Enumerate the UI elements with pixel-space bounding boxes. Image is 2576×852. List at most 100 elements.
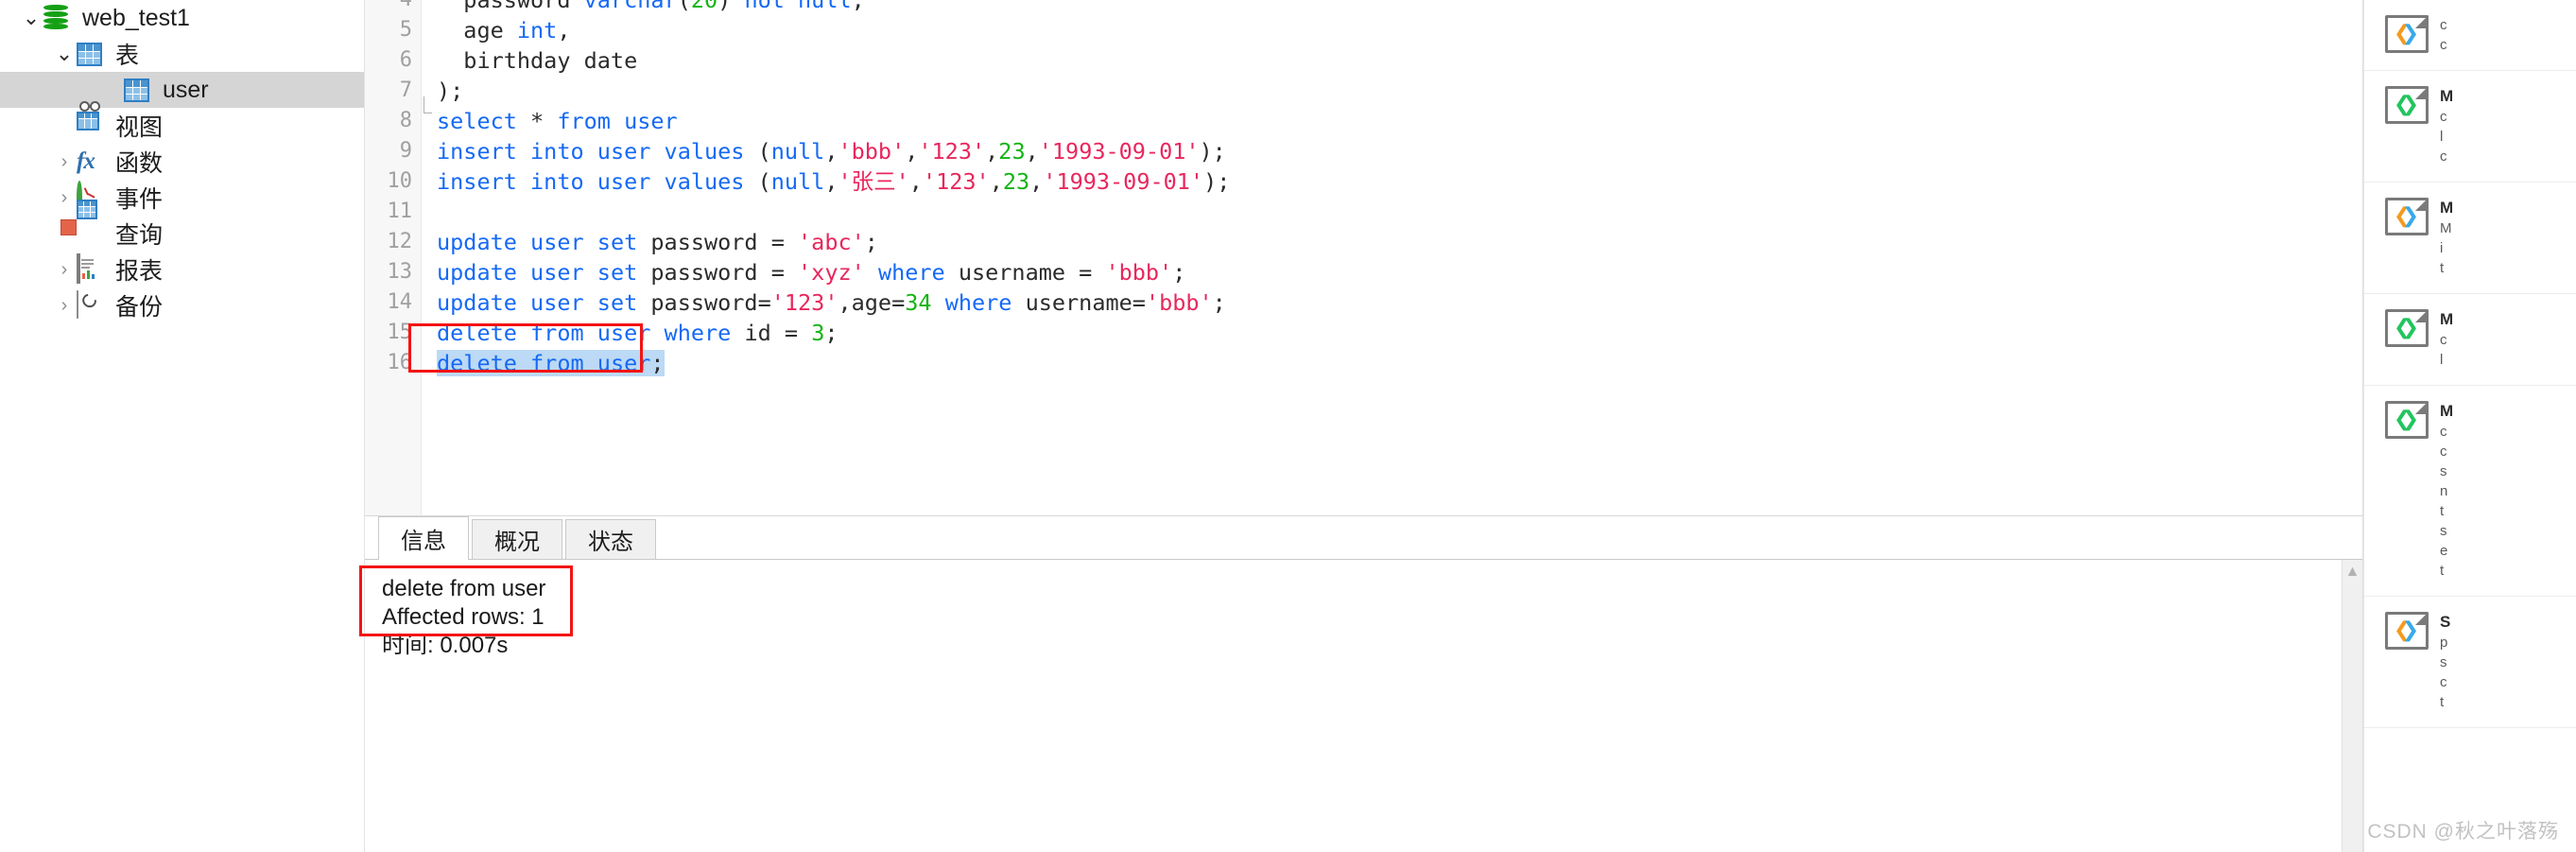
code-token: where [664,320,732,346]
code-token: null [770,168,825,195]
table-folder-icon [77,43,102,66]
tree-item-node-4[interactable]: › fx 函数 [0,144,364,180]
message-line: 时间: 0.007s [382,633,509,658]
code-line[interactable]: password varchar(20) not null, [437,0,2362,15]
line-number: 15 [387,321,413,344]
tree-item-label: 函数 [115,150,164,177]
code-token: insert into [437,138,584,165]
code-token: ( [744,138,771,165]
recommendation-text: Spsct [2440,612,2450,712]
tree-item-label: 报表 [115,258,164,285]
code-token: insert into [437,168,584,195]
recommendation-item[interactable]: ❮ ❯ M Mi t [2364,183,2576,294]
recommendation-title: M [2440,402,2454,420]
backup-icon [77,290,109,320]
code-line[interactable]: ); [437,76,2362,106]
recommendation-text: Mcl [2440,309,2453,370]
code-line[interactable]: delete from user where id = 3; [437,318,2362,348]
tab-status[interactable]: 状态 [565,519,656,559]
chevron-right-icon[interactable]: › [52,260,77,279]
chevron-right-icon[interactable]: › [52,188,77,207]
code-token: ; [1172,259,1186,286]
chevron-up-icon[interactable]: ▲ [2345,565,2360,580]
code-token: '1993-09-01' [1038,138,1200,165]
chevron-right-icon[interactable]: › [52,152,77,171]
recommendation-item[interactable]: ❮ ❯ Sp s c t [2364,597,2576,728]
tree-item-label: 表 [115,43,140,69]
tree-item-node-1[interactable]: ⌄ 表 [0,36,364,72]
function-icon: fx [77,148,109,176]
line-number: 12 [387,230,413,253]
chevron-down-icon[interactable]: ⌄ [19,8,43,28]
code-token: ; [864,229,878,255]
code-token: password = [637,259,799,286]
code-line[interactable]: update user set password = 'abc'; [437,227,2362,257]
recommendation-desc: c [2440,148,2447,165]
chevron-down-icon[interactable]: ⌄ [52,43,77,64]
code-token: , [557,17,571,43]
tree-item-node-6[interactable]: 查询 [0,200,364,252]
line-number: 14 [387,290,413,314]
message-scrollbar[interactable]: ▲ [2342,560,2362,852]
code-token: ); [1199,138,1226,165]
object-tree: ⌄ web_test1 ⌄ 表 user 视图 › fx 函数 › 事件 查询 › 报表 › 备份 [0,0,364,323]
tree-item-node-2[interactable]: user [0,72,364,108]
code-line[interactable]: delete from user; [437,348,2362,378]
code-token: password = [637,229,799,255]
code-token: 23 [1002,168,1030,195]
code-token: user [624,108,678,134]
code-token: set [596,289,638,316]
code-fold-marker[interactable] [424,96,432,113]
tree-item-database[interactable]: ⌄ web_test1 [0,0,364,36]
code-token: '123' [922,168,990,195]
line-number: 4 [365,0,421,15]
recommendation-desc: e [2440,543,2448,559]
code-line[interactable]: age int, [437,15,2362,45]
recommendation-item[interactable]: ❮ ❯ c c [2364,0,2576,71]
recommendation-list: ❮ ❯ c c ❮ ❯ Mc l c ❮ ❯ M Mi t ❮ ❯ Mc l ❮ ❯ Mc c s n t s e t ❮ ❯ Sp s c t [2364,0,2576,728]
tab-info[interactable]: 信息 [378,516,469,560]
result-tabbar: 信息 概况 状态 [365,516,2362,560]
recommendation-item[interactable]: ❮ ❯ Mc c s n t s e t [2364,386,2576,597]
tree-item-node-3[interactable]: 视图 [0,101,364,144]
code-token: , [908,168,923,195]
recommendation-title: M [2440,87,2454,105]
tree-item-node-8[interactable]: › 备份 [0,287,364,323]
table-icon [124,76,156,104]
code-line[interactable]: birthday date [437,45,2362,76]
recommendation-desc: c [2440,17,2447,33]
tree-item-node-7[interactable]: › 报表 [0,252,364,287]
recommendation-desc: c [2440,109,2447,125]
line-number: 6 [399,48,412,72]
code-token: , [824,168,838,195]
code-line[interactable]: insert into user values (null,'bbb','123… [437,136,2362,166]
sql-code-content[interactable]: password varchar(20) not null, age int, … [422,0,2362,515]
tab-profile[interactable]: 概况 [472,519,562,559]
code-line[interactable] [437,197,2362,227]
watermark: CSDN @秋之叶落殇 [2367,821,2559,843]
sql-editor[interactable]: 45678910111213141516 password varchar(20… [365,0,2363,515]
recommendation-desc: t [2440,563,2445,579]
code-token: update [437,259,517,286]
recommendation-text: Mclc [2440,86,2453,166]
code-token: null [770,138,825,165]
recommendation-item[interactable]: ❮ ❯ Mc l c [2364,71,2576,183]
code-token: user [596,138,651,165]
code-line[interactable]: update user set password='123',age=34 wh… [437,287,2362,318]
line-number: 11 [387,200,413,223]
code-line[interactable]: select * from user [437,106,2362,136]
chevron-right-icon[interactable]: › [52,296,77,315]
code-line[interactable]: update user set password = 'xyz' where u… [437,257,2362,287]
code-token: delete from [437,350,584,376]
table-folder-icon [77,40,109,68]
code-token: set [596,229,638,255]
code-token: birthday date [437,47,638,74]
code-token: ); [1203,168,1231,195]
message-area: delete from user Affected rows: 1 时间: 0.00… [359,560,2362,852]
code-line[interactable]: insert into user values (null,'张三','123'… [437,166,2362,197]
tree-item-node-5[interactable]: › 事件 [0,180,364,216]
recommendation-item[interactable]: ❮ ❯ Mc l [2364,294,2576,386]
